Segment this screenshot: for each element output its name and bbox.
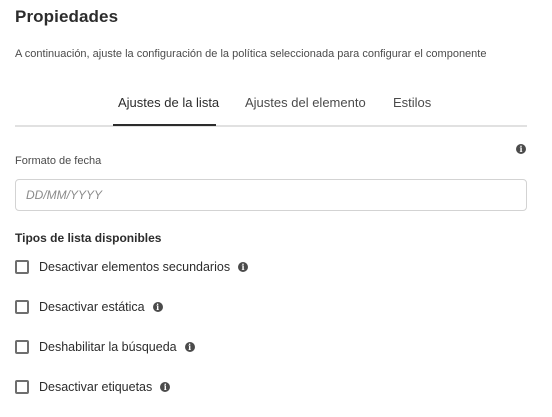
- tab-list-settings[interactable]: Ajustes de la lista: [118, 95, 219, 110]
- date-format-label: Formato de fecha: [15, 155, 102, 167]
- date-format-input[interactable]: [15, 179, 527, 211]
- info-icon[interactable]: i: [516, 144, 526, 154]
- checkbox[interactable]: [15, 340, 29, 354]
- info-icon[interactable]: i: [238, 262, 249, 272]
- option-disable-tags[interactable]: Desactivar etiquetas i: [15, 379, 171, 395]
- tab-styles[interactable]: Estilos: [393, 95, 431, 110]
- checkbox[interactable]: [15, 380, 29, 394]
- checkbox[interactable]: [15, 300, 29, 314]
- tab-item-settings[interactable]: Ajustes del elemento: [245, 95, 366, 110]
- option-label: Desactivar elementos secundarios: [39, 260, 231, 274]
- list-types-heading: Tipos de lista disponibles: [15, 231, 162, 245]
- info-icon[interactable]: i: [152, 302, 163, 312]
- page-description: A continuación, ajuste la configuración …: [15, 48, 487, 60]
- info-icon[interactable]: i: [184, 342, 195, 352]
- option-disable-children[interactable]: Desactivar elementos secundarios i: [15, 259, 249, 275]
- active-tab-indicator: [113, 124, 216, 126]
- option-label: Deshabilitar la búsqueda: [39, 340, 177, 354]
- option-disable-search[interactable]: Deshabilitar la búsqueda i: [15, 339, 195, 355]
- option-disable-static[interactable]: Desactivar estática i: [15, 299, 163, 315]
- checkbox[interactable]: [15, 260, 29, 274]
- tab-bar: Ajustes de la lista Ajustes del elemento…: [15, 87, 527, 127]
- option-label: Desactivar etiquetas: [39, 380, 153, 394]
- info-icon[interactable]: i: [160, 382, 171, 392]
- option-label: Desactivar estática: [39, 300, 145, 314]
- page-title: Propiedades: [15, 7, 119, 26]
